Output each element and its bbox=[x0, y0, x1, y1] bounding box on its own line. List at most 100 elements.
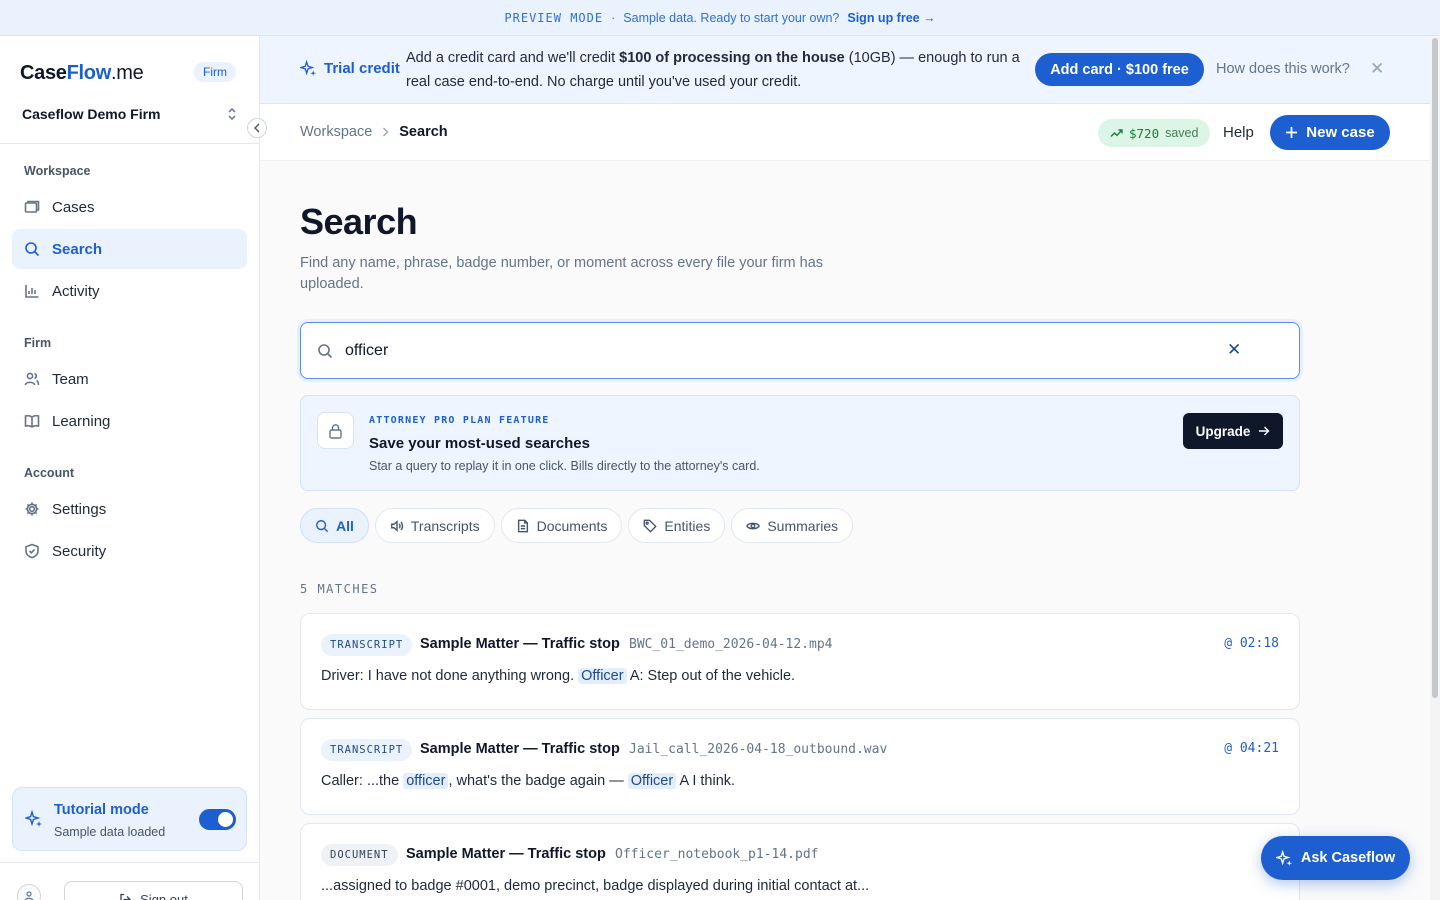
brand-case: Case bbox=[20, 62, 67, 84]
sparkles-icon bbox=[25, 810, 42, 827]
brand-me: .me bbox=[110, 62, 144, 84]
result-matter: Sample Matter — Traffic stop bbox=[420, 741, 620, 757]
sidebar-bottom-divider bbox=[0, 862, 259, 863]
snippet-text: Caller: ...the bbox=[321, 773, 400, 789]
search-result[interactable]: DOCUMENT Sample Matter — Traffic stop · … bbox=[300, 823, 1300, 900]
upgrade-button[interactable]: Upgrade bbox=[1183, 413, 1283, 449]
how-does-this-work-link[interactable]: How does this work? bbox=[1216, 61, 1350, 77]
trial-message-bold: $100 of processing on the house bbox=[619, 50, 845, 66]
filter-label: Summaries bbox=[767, 517, 839, 534]
upsell-title: Save your most-used searches bbox=[369, 435, 590, 452]
filter-documents[interactable]: Documents bbox=[500, 508, 623, 543]
sign-out-button[interactable]: Sign out bbox=[64, 881, 243, 900]
brand-flow: Flow bbox=[66, 62, 112, 84]
lock-icon bbox=[317, 412, 354, 449]
filter-all[interactable]: All bbox=[300, 508, 369, 543]
filter-transcripts[interactable]: Transcripts bbox=[374, 508, 495, 543]
trial-message: Add a credit card and we'll credit $100 … bbox=[406, 46, 1026, 94]
help-link[interactable]: Help bbox=[1223, 124, 1254, 141]
result-type-badge: TRANSCRIPT bbox=[321, 634, 413, 656]
user-icon bbox=[24, 891, 34, 900]
close-icon[interactable]: ✕ bbox=[1370, 59, 1384, 79]
trial-message-before: Add a credit card and we'll credit bbox=[406, 50, 616, 66]
preview-mode-label: PREVIEW MODE bbox=[504, 10, 604, 25]
preview-mode-bar: PREVIEW MODE · Sample data. Ready to sta… bbox=[0, 0, 1440, 36]
sidebar-divider bbox=[0, 143, 259, 144]
breadcrumb-current: Search bbox=[399, 124, 448, 140]
sidebar-item-label: Activity bbox=[52, 282, 100, 300]
result-timestamp[interactable]: @ 02:18 bbox=[1224, 636, 1279, 651]
cases-icon bbox=[24, 200, 40, 213]
trial-credit-label: Trial credit bbox=[300, 60, 400, 77]
firm-switcher[interactable]: Caseflow Demo Firm bbox=[22, 104, 238, 124]
activity-icon bbox=[25, 285, 39, 298]
section-workspace: Workspace bbox=[24, 164, 91, 178]
search-icon bbox=[25, 242, 40, 257]
firm-name: Caseflow Demo Firm bbox=[22, 106, 161, 122]
sidebar-item-activity[interactable]: Activity bbox=[12, 271, 247, 311]
tutorial-toggle[interactable] bbox=[199, 809, 236, 830]
filter-summaries[interactable]: Summaries bbox=[731, 508, 854, 543]
sidebar-item-search[interactable]: Search bbox=[12, 229, 247, 269]
result-type-badge: TRANSCRIPT bbox=[321, 739, 413, 761]
breadcrumb-workspace[interactable]: Workspace bbox=[300, 124, 372, 140]
ask-caseflow-label: Ask Caseflow bbox=[1300, 850, 1396, 866]
filter-label: Transcripts bbox=[410, 517, 480, 534]
snippet-text: A I think. bbox=[679, 773, 736, 789]
add-card-button[interactable]: Add card · $100 free bbox=[1035, 53, 1204, 86]
clear-search-icon[interactable]: ✕ bbox=[1227, 340, 1241, 360]
section-account: Account bbox=[24, 466, 74, 480]
search-result[interactable]: TRANSCRIPT Sample Matter — Traffic stop … bbox=[300, 718, 1300, 815]
chevron-right-icon bbox=[383, 127, 389, 137]
ask-caseflow-button[interactable]: Ask Caseflow bbox=[1261, 836, 1410, 880]
sparkles-icon bbox=[1275, 849, 1292, 866]
book-icon bbox=[24, 414, 40, 428]
shield-icon bbox=[25, 543, 39, 559]
snippet-highlight: officer bbox=[403, 773, 449, 789]
avatar[interactable] bbox=[17, 884, 41, 900]
preview-message: Sample data. Ready to start your own? bbox=[623, 10, 840, 25]
filter-entities[interactable]: Entities bbox=[628, 508, 726, 543]
search-field: ✕ bbox=[300, 322, 1300, 379]
brand-logo[interactable]: CaseFlow.me bbox=[20, 62, 144, 85]
collapse-sidebar-button[interactable] bbox=[247, 118, 267, 138]
top-bar: Workspace Search $720 saved Help New cas… bbox=[260, 104, 1430, 161]
new-case-button[interactable]: New case bbox=[1270, 115, 1390, 150]
scrollbar-thumb[interactable] bbox=[1432, 38, 1438, 698]
trial-credit-banner: Trial credit Add a credit card and we'll… bbox=[260, 36, 1430, 104]
result-matter: Sample Matter — Traffic stop bbox=[406, 846, 606, 862]
filter-label: Entities bbox=[664, 517, 711, 534]
trending-up-icon bbox=[1110, 129, 1123, 137]
snippet-text: , what's the badge again — bbox=[448, 773, 624, 789]
search-icon bbox=[316, 519, 329, 532]
arrow-right-icon bbox=[1259, 426, 1270, 436]
filter-label: Documents bbox=[536, 517, 608, 534]
search-input[interactable] bbox=[345, 337, 1205, 365]
snippet-text: A: Step out of the vehicle. bbox=[629, 668, 796, 684]
result-snippet: Driver: I have not done anything wrong. … bbox=[321, 668, 795, 684]
signup-link[interactable]: Sign up free → bbox=[847, 11, 935, 25]
result-timestamp[interactable]: @ 04:21 bbox=[1224, 741, 1279, 756]
section-firm: Firm bbox=[24, 336, 52, 350]
sidebar-item-label: Search bbox=[52, 240, 103, 258]
tag-icon bbox=[644, 519, 658, 533]
snippet-highlight: Officer bbox=[627, 773, 677, 789]
sidebar-item-cases[interactable]: Cases bbox=[12, 187, 247, 227]
result-separator: · bbox=[614, 741, 618, 755]
sidebar-item-settings[interactable]: Settings bbox=[12, 489, 247, 529]
tutorial-title: Tutorial mode bbox=[54, 802, 149, 818]
sidebar-item-learning[interactable]: Learning bbox=[12, 401, 247, 441]
result-snippet: Caller: ...the officer, what's the badge… bbox=[321, 773, 735, 789]
upsell-kicker: ATTORNEY PRO PLAN FEATURE bbox=[369, 415, 550, 426]
result-snippet: ...assigned to badge #0001, demo precinc… bbox=[321, 878, 869, 894]
sidebar-item-security[interactable]: Security bbox=[12, 531, 247, 571]
page-subtitle: Find any name, phrase, badge number, or … bbox=[300, 255, 824, 292]
chevron-left-icon bbox=[254, 123, 260, 133]
page-title: Search bbox=[300, 201, 418, 242]
result-type-badge: DOCUMENT bbox=[321, 844, 398, 866]
savings-badge: $720 saved bbox=[1098, 119, 1211, 147]
page-scrollbar[interactable] bbox=[1430, 36, 1440, 900]
sidebar-item-team[interactable]: Team bbox=[12, 359, 247, 399]
result-file: Officer_notebook_p1-14.pdf bbox=[615, 847, 819, 862]
search-result[interactable]: TRANSCRIPT Sample Matter — Traffic stop … bbox=[300, 613, 1300, 710]
